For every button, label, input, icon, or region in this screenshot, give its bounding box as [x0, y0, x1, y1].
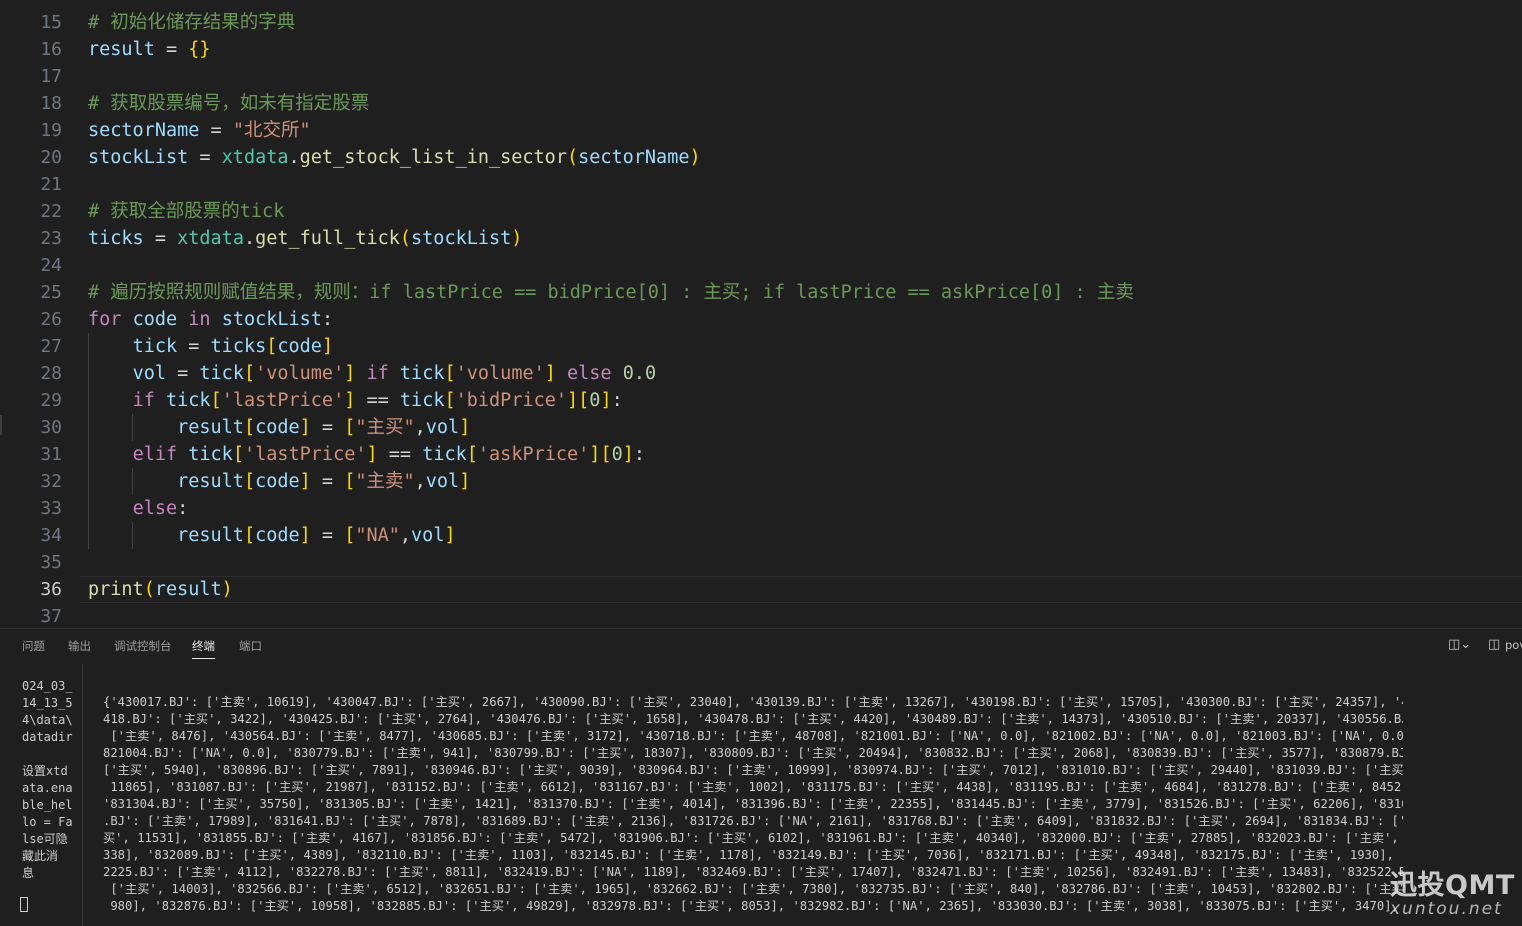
line-number: 25 [40, 282, 62, 303]
line-number: 35 [40, 552, 62, 573]
code-line[interactable]: 23 ticks = xtdata.get_full_tick(stockList… [0, 225, 1522, 252]
code-line[interactable]: 21 [0, 171, 1522, 198]
tab-terminal[interactable]: 终端 [192, 638, 215, 659]
terminal-line: 821004.BJ': ['NA', 0.0], '830779.BJ': ['… [103, 746, 1403, 760]
panel-tab-bar: 问题 输出 调试控制台 终端 端口 ◫⌄ ◫ pov [0, 629, 1522, 661]
terminal-line: 11865], '831087.BJ': ['主买', 21987], '831… [103, 780, 1403, 794]
code-text: if tick['lastPrice'] == tick['bidPrice']… [132, 390, 623, 411]
terminal-line: ['主买', 14003], '832566.BJ': ['主卖', 6512]… [103, 882, 1403, 896]
line-number: 27 [40, 336, 62, 357]
line-number: 19 [40, 120, 62, 141]
code-line[interactable]: 16 result = {} [0, 36, 1522, 63]
terminal-line: 980], '832876.BJ': ['主买', 10958], '83288… [103, 899, 1403, 913]
watermark: 迅投QMT xuntou.net [1390, 863, 1520, 919]
terminal-line: 418.BJ': ['主买', 3422], '430425.BJ': ['主买… [103, 712, 1403, 726]
code-text: else: [132, 498, 189, 519]
code-editor[interactable]: 15 # 初始化储存结果的字典 16 result = {} 17 18 # 获取股票编号，… [0, 0, 1522, 628]
code-line[interactable]: 30 result[code] = ["主买",vol] [0, 414, 1522, 441]
code-line[interactable]: 22 # 获取全部股票的tick [0, 198, 1522, 225]
tab-output[interactable]: 输出 [68, 638, 91, 654]
code-text: ticks = xtdata.get_full_tick(stockList) [88, 228, 523, 249]
code-text: # 获取全部股票的tick [88, 201, 285, 222]
terminal-line: 2225.BJ': ['主卖', 4112], '832278.BJ': ['主… [103, 865, 1403, 879]
code-text: # 获取股票编号，如未有指定股票 [88, 93, 370, 114]
code-line[interactable]: 26 for code in stockList: [0, 306, 1522, 333]
code-line[interactable]: 37 [0, 603, 1522, 628]
code-line[interactable]: 18 # 获取股票编号，如未有指定股票 [0, 90, 1522, 117]
code-line[interactable]: 36 print(result) [0, 576, 1522, 603]
terminal-line: 338], '832089.BJ': ['主买', 4389], '832110… [103, 848, 1403, 862]
terminal-profile-label[interactable]: pov [1505, 638, 1522, 652]
terminal-line: .BJ': ['主卖', 17989], '831641.BJ': ['主买',… [103, 814, 1403, 828]
terminal-side-column: 024_03_ 14_13_5 4\data\ datadir 设置xtd at… [0, 664, 83, 926]
line-number: 18 [40, 93, 62, 114]
line-number: 33 [40, 498, 62, 519]
code-text: print(result) [88, 579, 233, 600]
code-line[interactable]: 31 elif tick['lastPrice'] == tick['askPr… [0, 441, 1522, 468]
line-number: 20 [40, 147, 62, 168]
code-line[interactable]: 19 sectorName = "北交所" [0, 117, 1522, 144]
code-text: vol = tick['volume'] if tick['volume'] e… [132, 363, 657, 384]
terminal-line: '831304.BJ': ['主买', 35750], '831305.BJ':… [103, 797, 1403, 811]
tab-problems[interactable]: 问题 [22, 638, 45, 654]
split-layout-icon[interactable]: ◫⌄ [1448, 637, 1471, 652]
code-text: # 遍历按照规则赋值结果，规则：if lastPrice == bidPrice… [88, 282, 1134, 303]
line-number: 32 [40, 471, 62, 492]
code-text: result[code] = ["主卖",vol] [177, 471, 471, 492]
code-text: for code in stockList: [88, 309, 334, 330]
line-number: 22 [40, 201, 62, 222]
panel-layout-icon[interactable]: ◫ [1488, 637, 1500, 652]
line-number: 29 [40, 390, 62, 411]
code-line[interactable]: 25 # 遍历按照规则赋值结果，规则：if lastPrice == bidPri… [0, 279, 1522, 306]
code-line[interactable]: 35 [0, 549, 1522, 576]
line-number: 37 [40, 606, 62, 627]
code-line[interactable]: 20 stockList = xtdata.get_stock_list_in_s… [0, 144, 1522, 171]
line-number: 30 [40, 417, 62, 438]
code-text: stockList = xtdata.get_stock_list_in_sec… [88, 147, 701, 168]
terminal-output[interactable]: {'430017.BJ': ['主卖', 10619], '430047.BJ'… [103, 694, 1403, 915]
terminal-cursor [20, 897, 28, 912]
code-line[interactable]: 24 [0, 252, 1522, 279]
terminal-line: 买', 11531], '831855.BJ': ['主卖', 4167], '… [103, 831, 1403, 845]
line-number: 15 [40, 12, 62, 33]
terminal-side-text: 024_03_ 14_13_5 4\data\ datadir 设置xtd at… [22, 679, 73, 880]
line-number: 34 [40, 525, 62, 546]
line-number: 23 [40, 228, 62, 249]
terminal-line: ['主买', 5940], '830896.BJ': ['主买', 7891],… [103, 763, 1403, 777]
code-line[interactable]: 27 tick = ticks[code] [0, 333, 1522, 360]
code-line[interactable]: 28 vol = tick['volume'] if tick['volume'… [0, 360, 1522, 387]
line-number: 26 [40, 309, 62, 330]
line-number: 17 [40, 66, 62, 87]
line-number: 24 [40, 255, 62, 276]
tab-debug-console[interactable]: 调试控制台 [114, 638, 172, 654]
code-line[interactable]: 29 if tick['lastPrice'] == tick['bidPric… [0, 387, 1522, 414]
line-number: 31 [40, 444, 62, 465]
code-text: # 初始化储存结果的字典 [88, 12, 296, 33]
code-text: result = {} [88, 39, 211, 60]
watermark-url: xuntou.net [1390, 899, 1503, 919]
line-number: 21 [40, 174, 62, 195]
code-text: result[code] = ["NA",vol] [177, 525, 456, 546]
tab-ports[interactable]: 端口 [239, 638, 262, 654]
terminal-line: ['主卖', 8476], '430564.BJ': ['主卖', 8477],… [103, 729, 1403, 743]
code-text: sectorName = "北交所" [88, 120, 311, 141]
code-line[interactable]: 32 result[code] = ["主卖",vol] [0, 468, 1522, 495]
code-text: elif tick['lastPrice'] == tick['askPrice… [132, 444, 645, 465]
line-number: 28 [40, 363, 62, 384]
line-number: 16 [40, 39, 62, 60]
code-text: tick = ticks[code] [132, 336, 334, 357]
code-line[interactable]: 33 else: [0, 495, 1522, 522]
watermark-logo-text: 迅投QMT [1390, 870, 1515, 901]
line-number: 36 [40, 579, 62, 600]
code-line[interactable]: 34 result[code] = ["NA",vol] [0, 522, 1522, 549]
code-line[interactable]: 15 # 初始化储存结果的字典 [0, 9, 1522, 36]
code-text: result[code] = ["主买",vol] [177, 417, 471, 438]
terminal-line: {'430017.BJ': ['主卖', 10619], '430047.BJ'… [103, 695, 1403, 709]
code-line[interactable]: 17 [0, 63, 1522, 90]
